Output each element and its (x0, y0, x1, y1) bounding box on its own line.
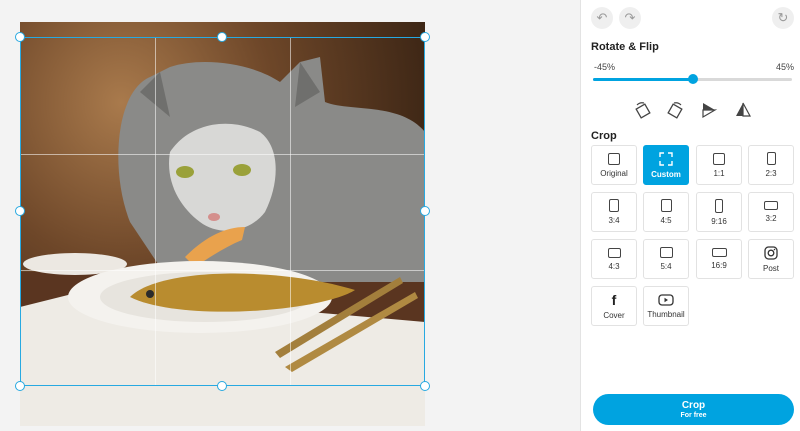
aspect-ratio-icon (766, 152, 776, 165)
crop-option-label: 5:4 (660, 262, 672, 271)
crop-option-label: 1:1 (713, 168, 725, 178)
crop-option-label: 4:3 (608, 261, 620, 271)
crop-option-3-4[interactable]: 3:4 (591, 192, 637, 232)
aspect-ratio-icon (764, 201, 778, 210)
youtube-icon (658, 293, 674, 306)
aspect-ratio-icon (711, 248, 727, 257)
flip-horizontal-icon (736, 102, 752, 117)
crop-option-4-3[interactable]: 4:3 (591, 239, 637, 279)
rotate-min-label: -45% (594, 62, 616, 72)
crop-handle-right[interactable] (420, 206, 430, 216)
crop-option-thumbnail[interactable]: Thumbnail (643, 286, 689, 326)
crop-option-label: 4:5 (660, 216, 672, 225)
crop-option-16-9[interactable]: 16:9 (696, 239, 742, 279)
crop-option-label: 2:3 (765, 169, 777, 178)
rotate-left-icon (635, 102, 651, 119)
crop-option-2-3[interactable]: 2:3 (748, 145, 794, 185)
rotate-right-button[interactable] (664, 99, 686, 121)
reset-button[interactable]: ↻ (772, 7, 794, 29)
crop-button[interactable]: Crop For free (593, 394, 794, 425)
aspect-ratio-icon (715, 198, 723, 213)
crop-option-label: 16:9 (711, 261, 727, 270)
facebook-icon: f (611, 291, 617, 308)
rotate-right-icon (667, 102, 683, 119)
rotate-slider-thumb[interactable] (687, 74, 698, 84)
crop-option-1-1[interactable]: 1:1 (696, 145, 742, 185)
aspect-ratio-icon (608, 152, 620, 165)
crop-option-label: 3:4 (608, 216, 620, 225)
custom-crop-icon (659, 151, 673, 166)
crop-option-4-5[interactable]: 4:5 (643, 192, 689, 232)
crop-button-sublabel: For free (680, 411, 707, 419)
reset-icon: ↻ (777, 10, 789, 25)
crop-option-custom[interactable]: Custom (643, 145, 689, 185)
rotate-max-label: 45% (776, 62, 795, 72)
crop-handle-top[interactable] (217, 32, 227, 42)
aspect-ratio-icon (607, 247, 621, 258)
crop-option-label: 9:16 (711, 216, 727, 226)
crop-option-5-4[interactable]: 5:4 (643, 239, 689, 279)
grid-line (155, 38, 156, 385)
crop-option-cover[interactable]: f Cover (591, 286, 637, 326)
redo-button[interactable]: ↷ (619, 7, 641, 29)
edit-panel: ↶ ↷ ↻ Rotate & Flip -45% 45% Crop Origin… (580, 0, 800, 431)
grid-line (21, 270, 424, 271)
crop-handle-top-left[interactable] (15, 32, 25, 42)
canvas-area (0, 0, 580, 431)
flip-vertical-button[interactable] (698, 99, 720, 121)
crop-option-label: Custom (651, 169, 681, 179)
crop-handle-left[interactable] (15, 206, 25, 216)
crop-option-post[interactable]: Post (748, 239, 794, 279)
rotate-slider[interactable] (593, 74, 792, 84)
crop-option-3-2[interactable]: 3:2 (748, 192, 794, 232)
crop-option-label: Post (762, 263, 779, 273)
flip-horizontal-button[interactable] (732, 99, 754, 121)
crop-handle-bottom-right[interactable] (420, 381, 430, 391)
rotate-left-button[interactable] (632, 99, 654, 121)
aspect-ratio-icon (713, 152, 725, 165)
undo-icon: ↶ (596, 10, 608, 25)
crop-option-9-16[interactable]: 9:16 (696, 192, 742, 232)
crop-option-label: Original (600, 168, 628, 178)
rotate-slider-fill (593, 78, 693, 81)
crop-handle-bottom[interactable] (217, 381, 227, 391)
rotate-flip-title: Rotate & Flip (591, 41, 659, 53)
crop-option-label: Thumbnail (647, 309, 685, 319)
crop-frame[interactable] (20, 37, 425, 386)
flip-vertical-icon (702, 103, 718, 119)
aspect-ratio-icon (660, 199, 672, 212)
redo-icon: ↷ (624, 10, 636, 25)
crop-option-original[interactable]: Original (591, 145, 637, 185)
aspect-ratio-icon (609, 199, 619, 212)
crop-button-label: Crop (681, 399, 706, 411)
instagram-icon (764, 245, 778, 260)
crop-handle-bottom-left[interactable] (15, 381, 25, 391)
grid-line (21, 154, 424, 155)
grid-line (290, 38, 291, 385)
crop-handle-top-right[interactable] (420, 32, 430, 42)
crop-option-label: Cover (603, 310, 625, 320)
aspect-ratio-icon (659, 247, 673, 258)
crop-option-label: 3:2 (765, 214, 777, 223)
crop-title: Crop (591, 130, 617, 142)
undo-button[interactable]: ↶ (591, 7, 613, 29)
